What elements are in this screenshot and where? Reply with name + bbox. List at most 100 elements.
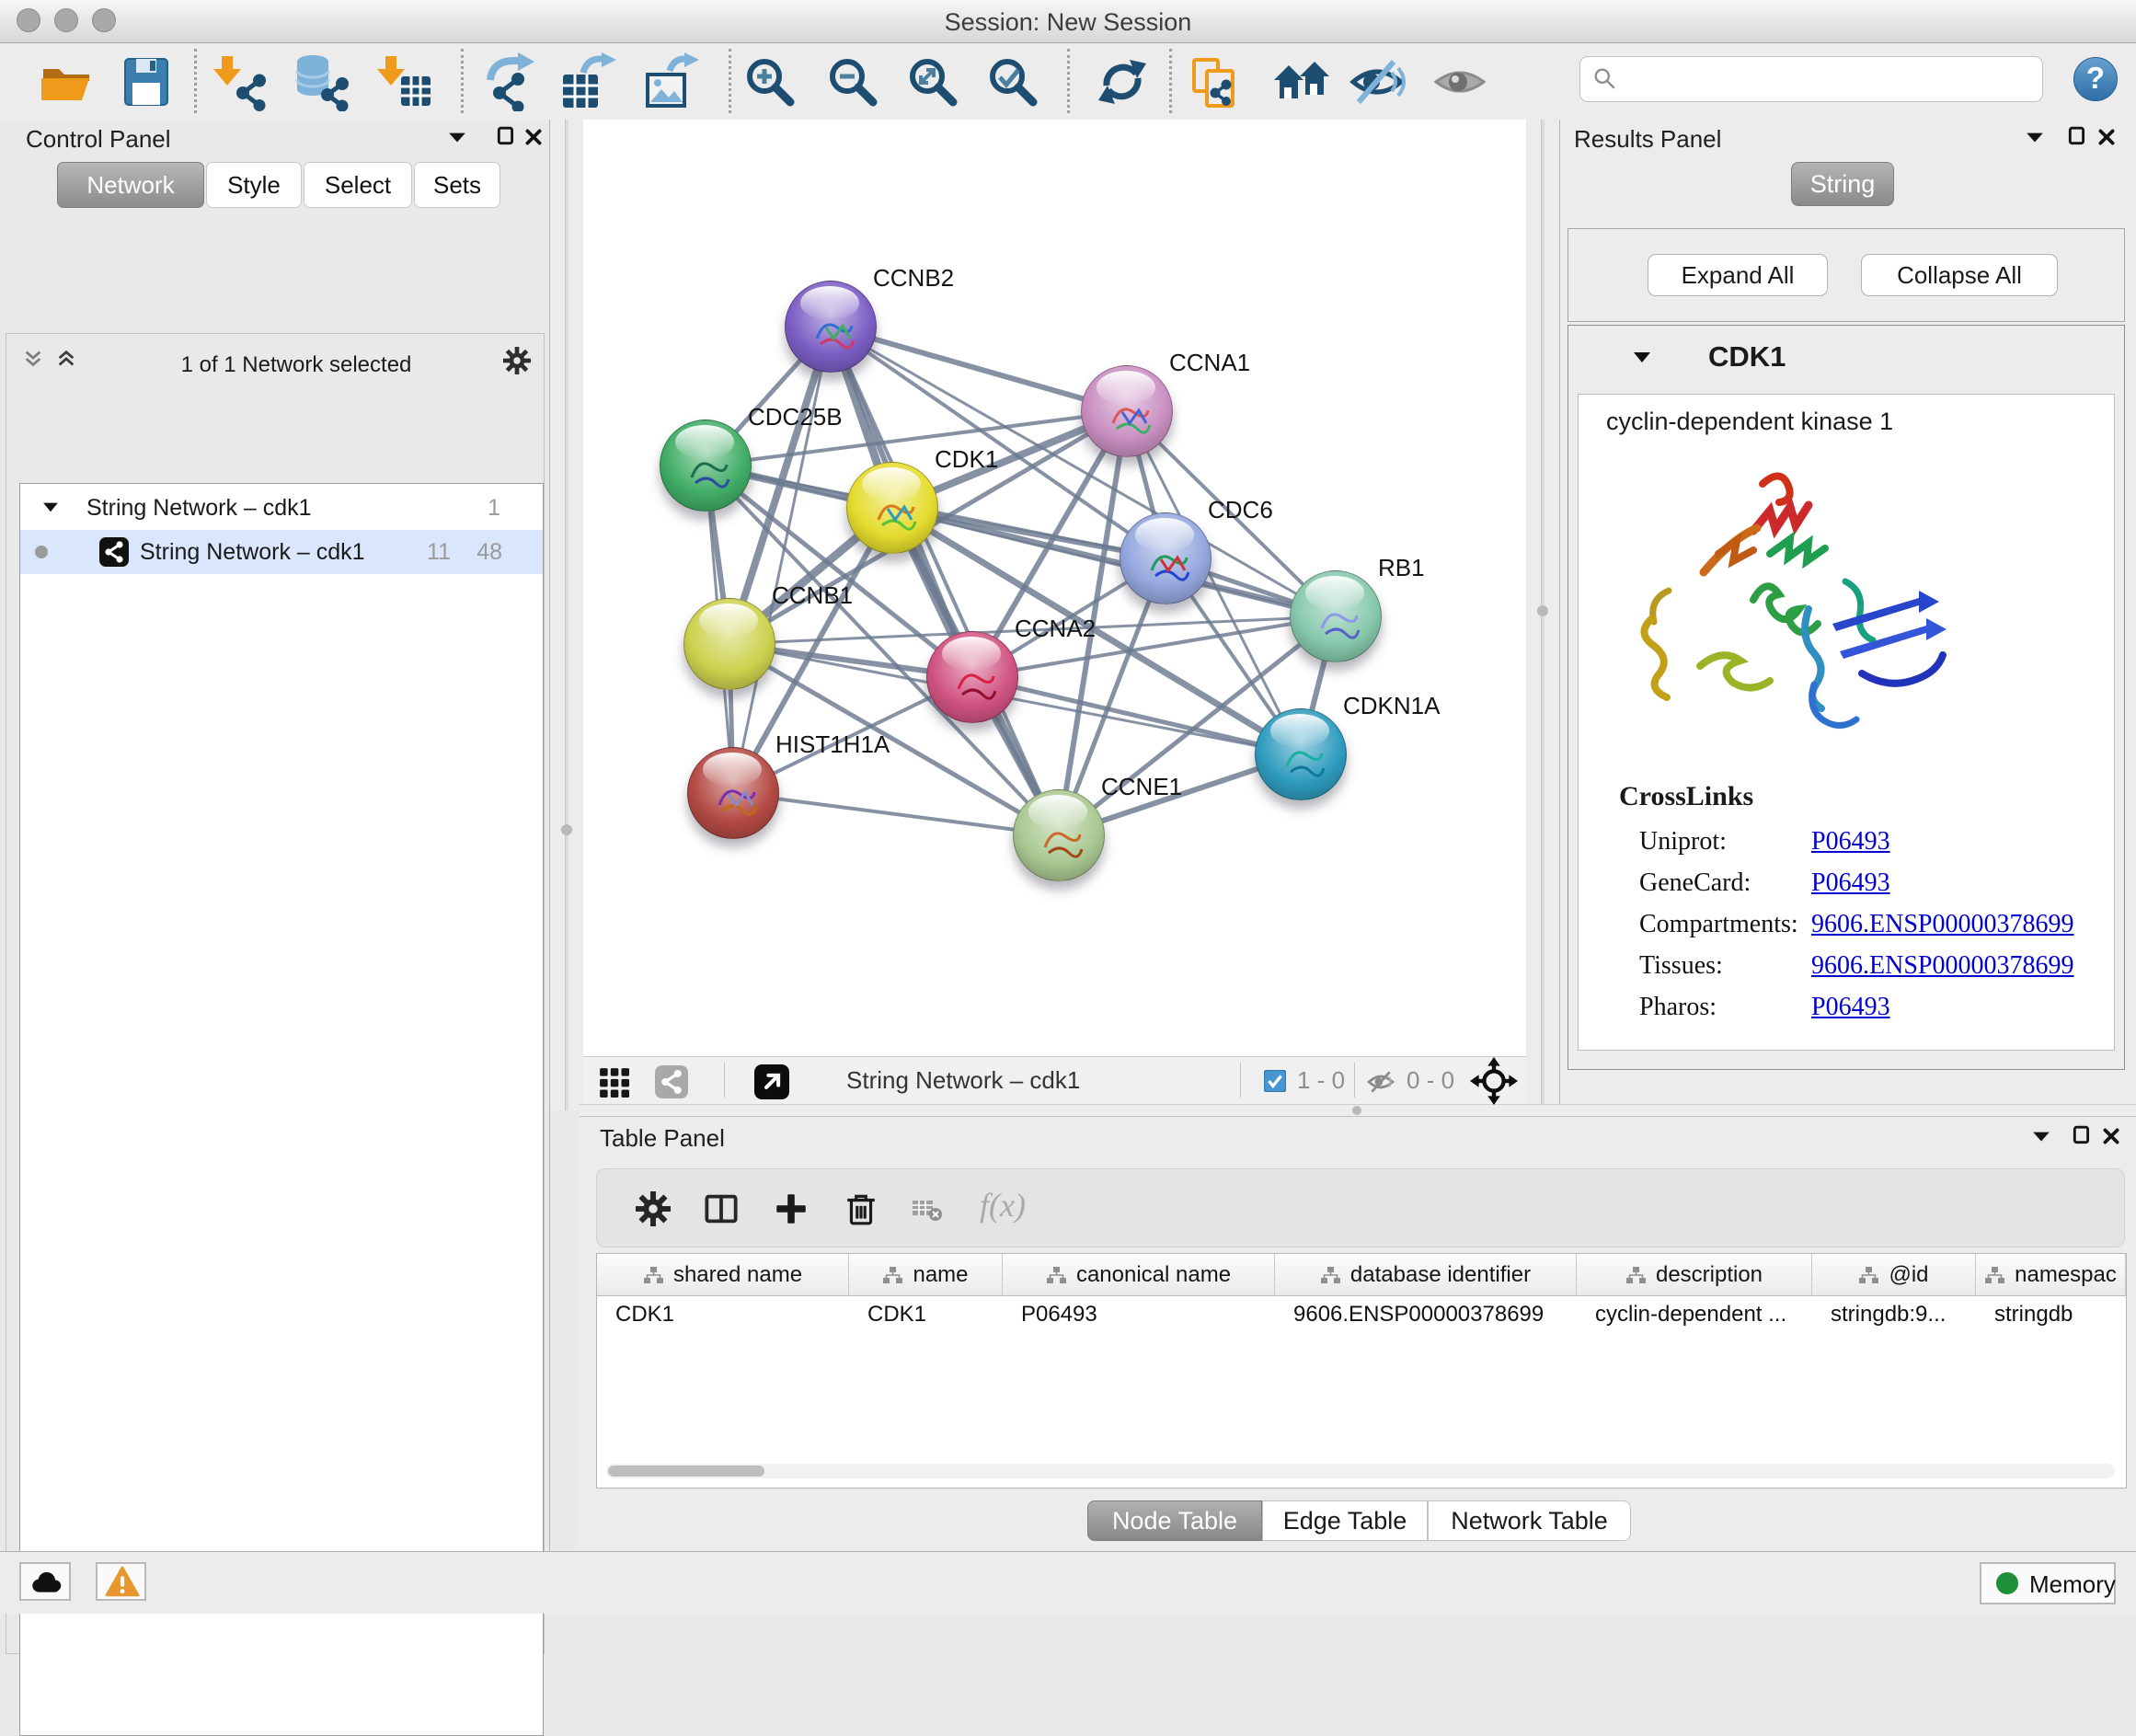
show-graphics-details-icon[interactable] xyxy=(1430,52,1489,111)
column-header-canonical-name[interactable]: canonical name xyxy=(1003,1254,1275,1296)
network-node-ccna2[interactable] xyxy=(926,631,1018,723)
panel-maximize-icon[interactable] xyxy=(2067,126,2087,146)
column-header-database-identifier[interactable]: database identifier xyxy=(1275,1254,1577,1296)
hidden-items-eye-icon[interactable] xyxy=(1367,1068,1395,1096)
status-bar: Memory xyxy=(0,1551,2136,1614)
save-session-icon[interactable] xyxy=(117,52,176,111)
expand-all-networks-icon[interactable] xyxy=(23,349,43,369)
column-header-namespac[interactable]: namespac xyxy=(1976,1254,2126,1296)
zoom-fit-icon[interactable] xyxy=(903,52,962,111)
memory-button[interactable]: Memory xyxy=(1980,1562,2116,1604)
bottom-splitter[interactable] xyxy=(580,1104,2136,1117)
network-node-cdkn1a[interactable] xyxy=(1255,708,1347,800)
results-tab-string[interactable]: String xyxy=(1791,162,1894,206)
column-header-shared-name[interactable]: shared name xyxy=(597,1254,849,1296)
tab-edge-table[interactable]: Edge Table xyxy=(1262,1500,1428,1541)
open-in-browser-icon[interactable] xyxy=(754,1064,789,1099)
crosslink-link[interactable]: P06493 xyxy=(1811,868,1890,898)
network-node-hist1h1a[interactable] xyxy=(687,747,779,839)
table-row[interactable]: CDK1CDK1P064939606.ENSP00000378699cyclin… xyxy=(597,1296,2126,1333)
function-builder-icon[interactable]: f(x) xyxy=(980,1186,1026,1224)
tab-network-table[interactable]: Network Table xyxy=(1428,1500,1631,1541)
network-node-ccnb1[interactable] xyxy=(683,598,775,690)
tree-expander-icon[interactable] xyxy=(42,500,59,513)
panel-close-icon[interactable] xyxy=(523,127,544,147)
export-image-icon[interactable] xyxy=(642,52,701,111)
protein-scribble xyxy=(706,770,762,825)
panel-collapse-icon[interactable] xyxy=(2025,127,2045,147)
crosslink-link[interactable]: P06493 xyxy=(1811,827,1890,857)
zoom-out-icon[interactable] xyxy=(823,52,882,111)
birdseye-navigator-icon[interactable] xyxy=(1470,1057,1518,1105)
current-network-dot xyxy=(35,546,48,558)
panel-collapse-icon[interactable] xyxy=(447,127,467,147)
zoom-selected-icon[interactable] xyxy=(983,52,1042,111)
copy-style-icon[interactable] xyxy=(1185,52,1244,111)
search-input[interactable] xyxy=(1628,63,2027,96)
export-network-icon[interactable] xyxy=(481,52,540,111)
hide-unhide-graphics-icon[interactable] xyxy=(1348,52,1407,111)
network-node-ccna1[interactable] xyxy=(1081,365,1173,457)
network-node-count: 11 xyxy=(427,539,451,566)
panel-maximize-icon[interactable] xyxy=(2072,1125,2092,1145)
column-header-name[interactable]: name xyxy=(849,1254,1003,1296)
crosslink-link[interactable]: P06493 xyxy=(1811,993,1890,1022)
tab-select[interactable]: Select xyxy=(304,162,412,208)
network-row-selected[interactable]: String Network – cdk1 11 48 xyxy=(20,530,543,574)
table-toolbar: f(x) xyxy=(596,1168,2125,1247)
refresh-icon[interactable] xyxy=(1093,52,1152,111)
cloud-status-button[interactable] xyxy=(19,1562,71,1601)
panel-close-icon[interactable] xyxy=(2101,1126,2121,1146)
node-label-cdc25b: CDC25B xyxy=(748,403,843,431)
entry-collapse-icon[interactable] xyxy=(1632,350,1652,364)
export-table-icon[interactable] xyxy=(559,52,618,111)
grid-view-icon[interactable] xyxy=(598,1066,629,1098)
delete-column-icon[interactable] xyxy=(844,1191,879,1226)
collapse-all-button[interactable]: Collapse All xyxy=(1861,254,2058,296)
scrollbar-thumb[interactable] xyxy=(608,1466,764,1477)
panel-collapse-icon[interactable] xyxy=(2031,1126,2051,1146)
collapse-all-networks-icon[interactable] xyxy=(56,349,76,369)
table-options-gear-icon[interactable] xyxy=(636,1191,671,1226)
zoom-in-icon[interactable] xyxy=(741,52,799,111)
clear-table-icon[interactable] xyxy=(912,1197,943,1223)
crosslink-link[interactable]: 9606.ENSP00000378699 xyxy=(1811,951,2073,981)
splitter-handle[interactable] xyxy=(561,824,572,835)
column-header--id[interactable]: @id xyxy=(1812,1254,1976,1296)
string-badge-icon[interactable] xyxy=(655,1065,688,1098)
open-session-icon[interactable] xyxy=(37,52,96,111)
network-node-ccne1[interactable] xyxy=(1013,789,1105,881)
tab-node-table[interactable]: Node Table xyxy=(1087,1500,1262,1541)
import-network-file-icon[interactable] xyxy=(212,52,270,111)
tab-network[interactable]: Network xyxy=(57,162,204,208)
tab-style[interactable]: Style xyxy=(206,162,302,208)
node-gloss xyxy=(699,604,759,638)
crosslink-link[interactable]: 9606.ENSP00000378699 xyxy=(1811,910,2073,939)
network-node-rb1[interactable] xyxy=(1290,570,1382,662)
column-header-description[interactable]: description xyxy=(1577,1254,1812,1296)
import-table-file-icon[interactable] xyxy=(375,52,434,111)
network-node-cdk1[interactable] xyxy=(846,462,938,554)
show-columns-icon[interactable] xyxy=(704,1191,739,1226)
help-button[interactable]: ? xyxy=(2073,57,2118,101)
splitter-handle[interactable] xyxy=(1537,605,1548,616)
left-splitter[interactable] xyxy=(550,120,583,1110)
right-splitter[interactable] xyxy=(1526,120,1559,1110)
tab-sets[interactable]: Sets xyxy=(414,162,500,208)
horizontal-scrollbar[interactable] xyxy=(606,1464,2115,1478)
string-home-icon[interactable] xyxy=(1272,52,1331,111)
panel-close-icon[interactable] xyxy=(2096,127,2117,147)
network-node-cdc6[interactable] xyxy=(1120,512,1212,604)
expand-all-button[interactable]: Expand All xyxy=(1648,254,1828,296)
panel-maximize-icon[interactable] xyxy=(496,126,516,146)
selected-checkbox-icon[interactable] xyxy=(1264,1070,1286,1092)
network-node-ccnb2[interactable] xyxy=(785,281,877,373)
network-collection-row[interactable]: String Network – cdk1 1 xyxy=(20,486,543,530)
import-network-database-icon[interactable] xyxy=(293,52,351,111)
splitter-handle[interactable] xyxy=(1352,1106,1361,1115)
network-node-cdc25b[interactable] xyxy=(660,420,752,512)
create-column-icon[interactable] xyxy=(774,1191,809,1226)
network-canvas[interactable]: CCNB2CCNA1CDC25BCDK1CDC6RB1CCNB1CCNA2CDK… xyxy=(583,120,1526,1056)
network-list-options-gear-icon[interactable] xyxy=(503,347,531,374)
warnings-button[interactable] xyxy=(96,1562,146,1601)
